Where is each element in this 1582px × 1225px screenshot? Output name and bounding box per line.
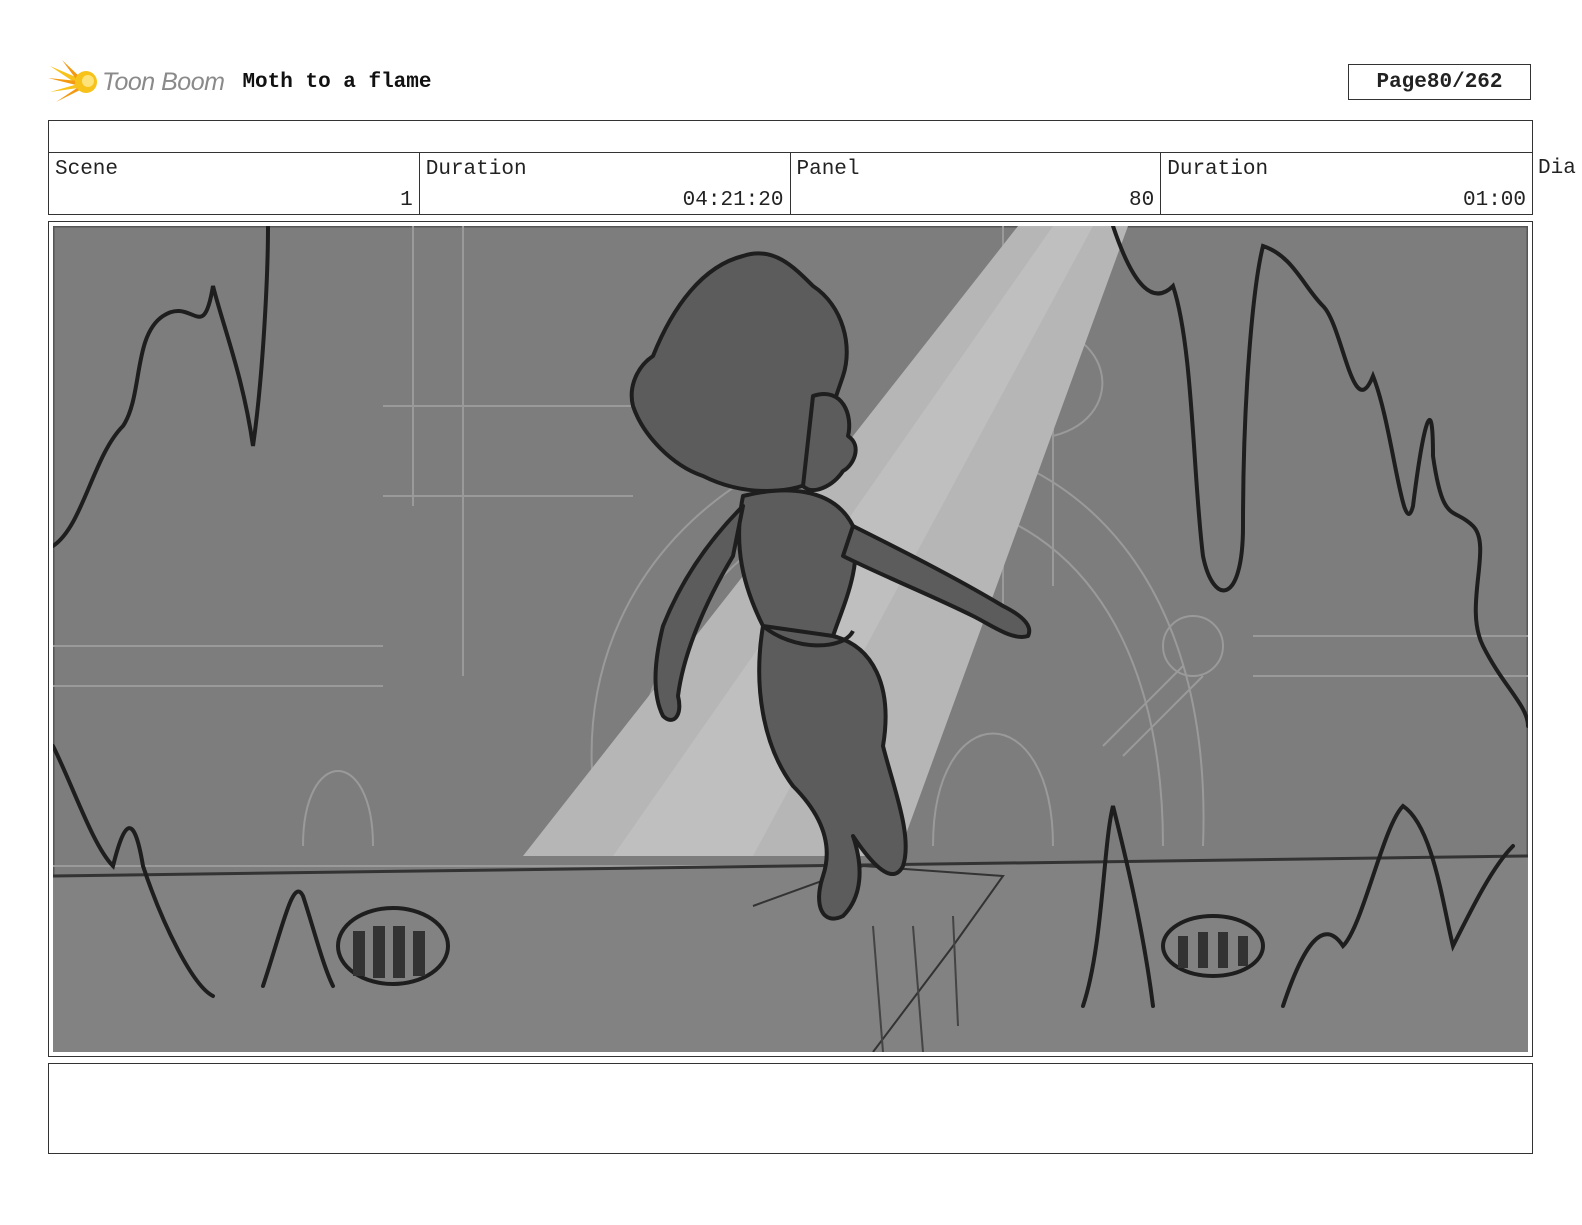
page-label: Page	[1376, 70, 1427, 94]
scene-label: Scene	[55, 158, 119, 181]
notes-box	[48, 1063, 1533, 1154]
scene-duration-value: 04:21:20	[682, 189, 784, 212]
toon-boom-logo: Toon Boom	[48, 58, 225, 106]
top-strip	[48, 120, 1533, 152]
panel-duration-label: Duration	[1167, 158, 1269, 181]
scene-cell: Scene 1	[49, 153, 420, 214]
panel-value: 80	[1129, 189, 1155, 212]
storyboard-sketch-image	[53, 226, 1528, 1052]
panel-duration-cell: Duration 01:00	[1161, 153, 1532, 214]
page-indicator: Page 80/262	[1348, 64, 1531, 100]
dialogue-label-truncated: Dia	[1538, 157, 1576, 180]
page-value: 80/262	[1426, 70, 1503, 94]
scene-duration-label: Duration	[425, 158, 527, 181]
panel-cell: Panel 80	[791, 153, 1162, 214]
scene-duration-cell: Duration 04:21:20	[420, 153, 791, 214]
scene-value: 1	[400, 189, 413, 212]
panel-frame	[48, 221, 1533, 1057]
panel-info-row: Scene 1 Duration 04:21:20 Panel 80 Durat…	[48, 152, 1533, 215]
page-header: Toon Boom Moth to a flame	[48, 56, 431, 108]
logo-text: Toon Boom	[102, 67, 225, 96]
starburst-icon	[48, 60, 97, 102]
panel-label: Panel	[796, 158, 860, 181]
panel-duration-value: 01:00	[1462, 189, 1526, 212]
document-title: Moth to a flame	[242, 70, 432, 94]
